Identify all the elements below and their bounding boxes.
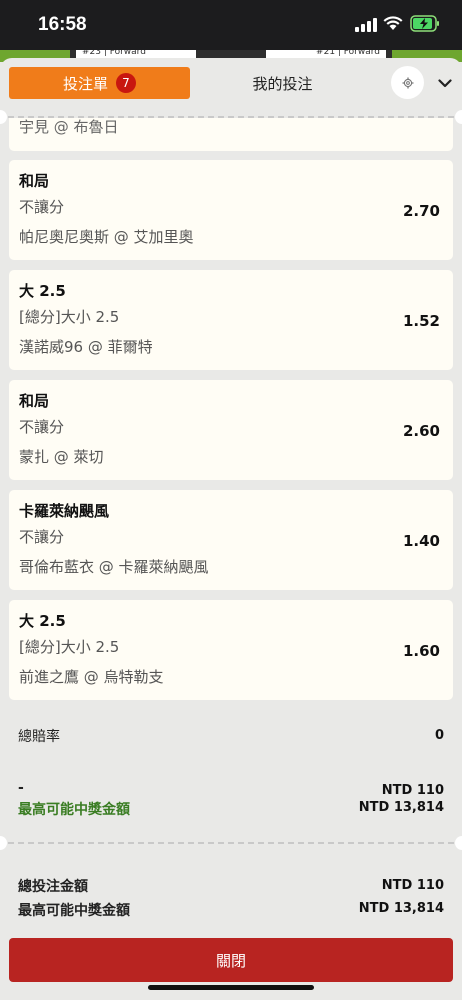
status-time: 16:58 bbox=[38, 14, 87, 35]
bet-selection: 和局 bbox=[19, 392, 50, 410]
chevron-down-icon bbox=[438, 78, 452, 87]
bet-market: 不讓分 bbox=[19, 528, 65, 546]
cellular-signal-icon bbox=[355, 18, 377, 32]
total-max-win-label: 最高可能中獎金額 bbox=[18, 903, 130, 919]
settings-button[interactable] bbox=[391, 66, 424, 99]
bet-card[interactable]: 卡羅萊納颶風 不讓分哥倫布藍衣 @ 卡羅萊納颶風 1.40 bbox=[9, 490, 453, 590]
bet-slip-header: 投注單 7 我的投注 bbox=[0, 58, 462, 110]
bet-card[interactable]: 和局不讓分蒙扎 @ 萊切 2.60 bbox=[9, 380, 453, 480]
bet-odds: 2.60 bbox=[402, 422, 440, 440]
bet-event: 前進之鷹 @ 烏特勒支 bbox=[19, 668, 164, 686]
total-stake-value: NTD 110 bbox=[381, 878, 444, 893]
bet-market: 不讓分 bbox=[19, 418, 65, 436]
bet-odds: 2.70 bbox=[402, 202, 440, 220]
battery-charging-icon bbox=[410, 15, 439, 32]
bet-market: [總分]大小 2.5 bbox=[19, 308, 120, 326]
home-indicator bbox=[148, 985, 314, 990]
wifi-icon bbox=[383, 16, 403, 30]
close-button[interactable]: 關閉 bbox=[9, 938, 453, 982]
bet-selection: 大 2.5 bbox=[19, 282, 66, 300]
status-bar: 16:58 bbox=[0, 0, 462, 50]
bet-market: 不讓分 bbox=[19, 198, 65, 216]
bet-card[interactable]: 大 2.5 [總分]大小 2.5 漢諾威96 @ 菲爾特 1.52 bbox=[9, 270, 453, 370]
bet-odds: 1.40 bbox=[402, 532, 440, 550]
stake-placeholder: - bbox=[18, 780, 24, 796]
bet-card[interactable]: 大 2.5 [總分]大小 2.5 前進之鷹 @ 烏特勒支 1.60 bbox=[9, 600, 453, 700]
slip-notch-left bbox=[0, 110, 7, 124]
total-odds-label: 總賠率 bbox=[18, 729, 60, 745]
bet-odds: 1.52 bbox=[402, 312, 440, 330]
bet-selection: 卡羅萊納颶風 bbox=[19, 502, 110, 520]
total-stake-label: 總投注金額 bbox=[18, 879, 88, 895]
tab-bet-slip[interactable]: 投注單 7 bbox=[9, 67, 190, 99]
total-max-win-value: NTD 13,814 bbox=[358, 901, 444, 916]
slip-divider-bottom bbox=[8, 842, 454, 844]
bet-count-badge: 7 bbox=[116, 73, 136, 93]
collapse-button[interactable] bbox=[434, 72, 456, 94]
bet-event: 蒙扎 @ 萊切 bbox=[19, 448, 104, 466]
total-odds-value: 0 bbox=[434, 728, 444, 743]
bet-slip-sheet: 投注單 7 我的投注 宇見 @ 布魯日 和局 不讓分 帕尼奧尼奧斯 @ 艾加里奧 2. bbox=[0, 58, 462, 1000]
bet-selection: 大 2.5 bbox=[19, 612, 66, 630]
gear-icon bbox=[402, 77, 413, 88]
bet-card-partial[interactable]: 宇見 @ 布魯日 bbox=[9, 118, 453, 151]
tab-my-bets[interactable]: 我的投注 bbox=[200, 67, 365, 99]
bet-market: [總分]大小 2.5 bbox=[19, 638, 120, 656]
max-win-value: NTD 13,814 bbox=[358, 800, 444, 815]
bet-event: 帕尼奧尼奧斯 @ 艾加里奧 bbox=[19, 228, 194, 246]
bet-card[interactable]: 和局不讓分帕尼奧尼奧斯 @ 艾加里奧 2.70 bbox=[9, 160, 453, 260]
max-win-label: 最高可能中獎金額 bbox=[18, 802, 130, 818]
bet-event-partial: 宇見 @ 布魯日 bbox=[19, 118, 119, 136]
tab-bet-slip-label: 投注單 bbox=[62, 74, 108, 93]
stake-value: NTD 110 bbox=[381, 783, 444, 798]
slip-notch-right-bottom bbox=[455, 836, 462, 850]
bet-selection: 和局 bbox=[19, 172, 50, 190]
slip-notch-right bbox=[455, 110, 462, 124]
bet-event: 哥倫布藍衣 @ 卡羅萊納颶風 bbox=[19, 558, 209, 576]
slip-notch-left-bottom bbox=[0, 836, 7, 850]
bet-event: 漢諾威96 @ 菲爾特 bbox=[19, 338, 153, 356]
bet-odds: 1.60 bbox=[402, 642, 440, 660]
